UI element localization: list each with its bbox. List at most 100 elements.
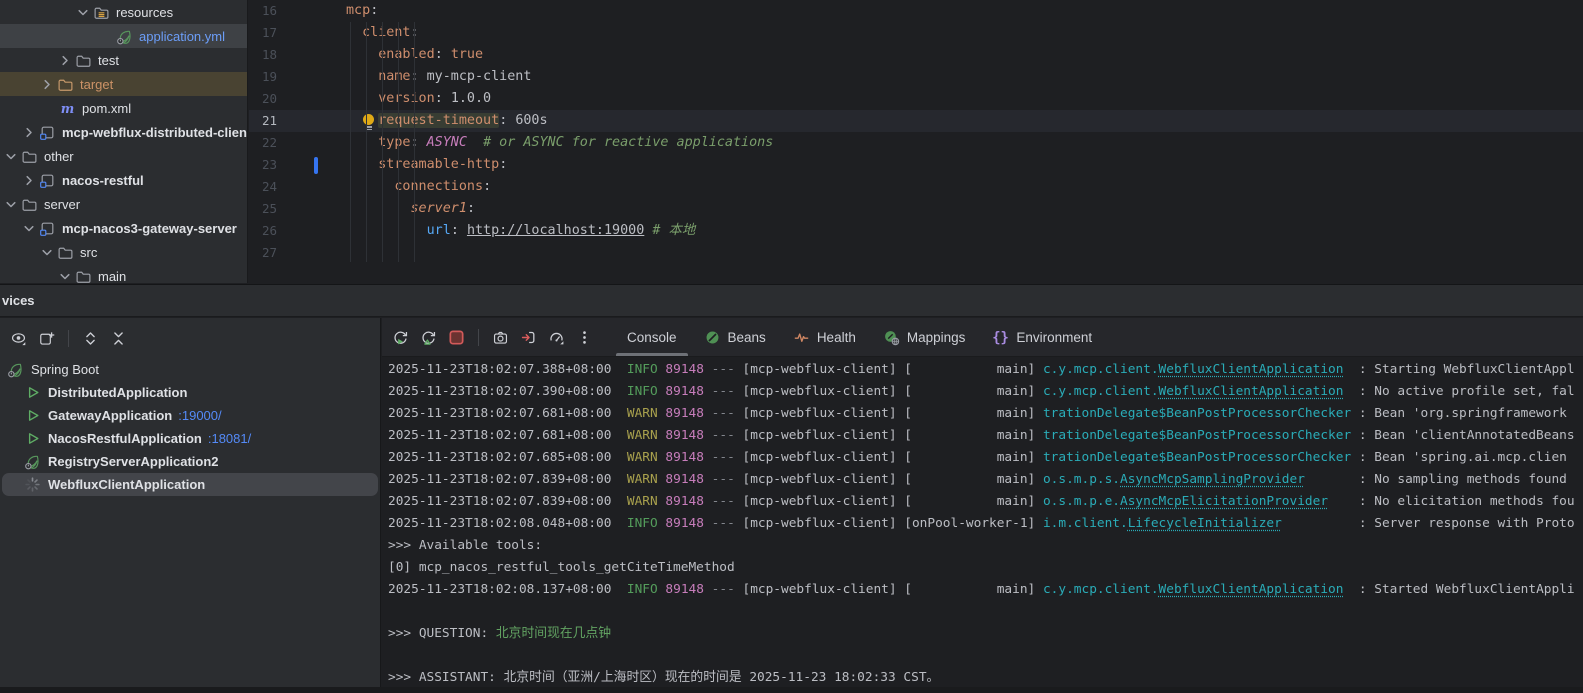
chevron-down-icon[interactable] — [3, 148, 19, 164]
add-tab-button[interactable] — [36, 328, 57, 349]
log-segment: [mcp-webflux-client] [ main] — [735, 406, 1043, 421]
tab-beans[interactable]: Beans — [704, 318, 766, 356]
chevron-down-icon[interactable] — [39, 244, 55, 260]
url-hyperlink[interactable]: http://localhost:19000 — [467, 223, 644, 238]
intention-bulb-icon[interactable] — [361, 113, 376, 130]
editor[interactable]: 16mcp:17 client:18 enabled: true19 name:… — [249, 0, 1583, 283]
tree-row[interactable]: mpom.xml — [0, 96, 247, 120]
line-number: 20 — [249, 88, 293, 110]
services-panel-title: vices — [2, 293, 35, 308]
console-log-line: [0] mcp_nacos_restful_tools_getCiteTimeM… — [388, 557, 1583, 579]
services-tool-window: Spring BootDistributedApplicationGateway… — [0, 318, 381, 687]
expand-all-button[interactable] — [80, 328, 101, 349]
run-icon — [24, 384, 41, 401]
tree-row[interactable]: target — [0, 72, 247, 96]
code-text: client: — [293, 22, 419, 44]
indent-guide — [414, 22, 415, 262]
log-segment — [611, 428, 626, 443]
eye-button[interactable] — [8, 328, 29, 349]
service-item[interactable]: Spring Boot — [2, 358, 378, 381]
editor-line: 17 client: — [249, 22, 1583, 44]
beans-icon — [704, 329, 721, 346]
chevron-down-icon[interactable] — [75, 4, 91, 20]
chevron-down-icon[interactable] — [3, 196, 19, 212]
tree-row[interactable]: nacos-restful — [0, 168, 247, 192]
log-segment: --- — [712, 582, 735, 597]
logger-class-link[interactable]: WebfluxClientApplication — [1159, 582, 1344, 597]
service-item[interactable]: DistributedApplication — [2, 381, 378, 404]
tree-row[interactable]: mcp-nacos3-gateway-server — [0, 216, 247, 240]
logger-class-link[interactable]: WebfluxClientApplication — [1159, 384, 1344, 399]
line-number: 27 — [249, 242, 293, 264]
tab-label: Console — [627, 330, 677, 345]
editor-line: 18 enabled: true — [249, 44, 1583, 66]
editor-line: 21 request-timeout: 600s — [249, 110, 1583, 132]
code-text: connections: — [293, 176, 491, 198]
kebab-button[interactable] — [574, 327, 595, 348]
tree-row[interactable]: application.yml — [0, 24, 247, 48]
tree-row[interactable]: other — [0, 144, 247, 168]
tab-environment[interactable]: {}Environment — [992, 318, 1092, 356]
chevron-right-icon[interactable] — [39, 76, 55, 92]
tab-mappings[interactable]: Mappings — [883, 318, 966, 356]
console-log-line — [388, 645, 1583, 667]
code-text: url: http://localhost:19000 # 本地 — [293, 220, 695, 242]
service-item[interactable]: WebfluxClientApplication — [2, 473, 378, 496]
chevron-right-icon[interactable] — [21, 172, 37, 188]
logger-class-link[interactable]: LifecycleInitializer — [1128, 516, 1282, 531]
camera-button[interactable] — [490, 327, 511, 348]
rerun-update-button[interactable] — [418, 327, 439, 348]
maven-icon: m — [59, 100, 76, 117]
stop-icon — [448, 329, 465, 346]
logger-class-link[interactable]: AsyncMcpElicitationProvider — [1120, 494, 1328, 509]
chevron-down-icon[interactable] — [21, 220, 37, 236]
console-output[interactable]: 2025-11-23T18:02:07.388+08:00 INFO 89148… — [382, 357, 1583, 687]
rerun-button[interactable] — [390, 327, 411, 348]
indent-guide — [398, 22, 399, 262]
tree-row[interactable]: main — [0, 264, 247, 283]
log-segment: 2025-11-23T18:02:07.390+08:00 — [388, 384, 611, 399]
tab-health[interactable]: Health — [793, 318, 856, 356]
service-port-link[interactable]: :19000/ — [178, 408, 221, 423]
editor-line: 20 version: 1.0.0 — [249, 88, 1583, 110]
tab-console[interactable]: Console — [627, 318, 677, 356]
tree-row-label: target — [80, 77, 113, 92]
log-segment: c.y.mcp.client. — [1043, 384, 1159, 399]
tree-row[interactable]: server — [0, 192, 247, 216]
code-text: server1: — [293, 198, 475, 220]
stop-button[interactable] — [446, 327, 467, 348]
log-segment: >>> ASSISTANT: 北京时间（亚洲/上海时区）现在的时间是 2025-… — [388, 670, 939, 685]
log-segment: 2025-11-23T18:02:07.681+08:00 — [388, 406, 611, 421]
editor-line: 25 server1: — [249, 198, 1583, 220]
logger-class-link[interactable]: AsyncMcpSamplingProvider — [1120, 472, 1305, 487]
tree-row-label: test — [98, 53, 119, 68]
tree-row[interactable]: test — [0, 48, 247, 72]
tree-row[interactable]: mcp-webflux-distributed-clien — [0, 120, 247, 144]
service-item[interactable]: RegistryServerApplication2 — [2, 450, 378, 473]
gauge-button[interactable] — [546, 327, 567, 348]
tab-label: Health — [817, 330, 856, 345]
tree-row-label: main — [98, 269, 126, 284]
folder-icon — [21, 196, 38, 213]
service-item[interactable]: GatewayApplication:19000/ — [2, 404, 378, 427]
svg-text:{}: {} — [993, 330, 1010, 346]
service-port-link[interactable]: :18081/ — [208, 431, 251, 446]
line-number: 22 — [249, 132, 293, 154]
code-text: mcp: — [293, 0, 378, 22]
tree-row[interactable]: resources — [0, 0, 247, 24]
vcs-change-marker[interactable] — [314, 157, 318, 174]
logger-class-link[interactable]: WebfluxClientApplication — [1159, 362, 1344, 377]
chevron-right-icon[interactable] — [21, 124, 37, 140]
log-segment: : No active profile set, fal — [1343, 384, 1574, 399]
code-text — [293, 242, 346, 264]
chevron-down-icon[interactable] — [57, 268, 73, 283]
console-log-line: 2025-11-23T18:02:07.681+08:00 WARN 89148… — [388, 403, 1583, 425]
log-segment: : Started WebfluxClientAppli — [1343, 582, 1574, 597]
console-log-line: >>> ASSISTANT: 北京时间（亚洲/上海时区）现在的时间是 2025-… — [388, 667, 1583, 687]
exit-button[interactable] — [518, 327, 539, 348]
service-item[interactable]: NacosRestfulApplication:18081/ — [2, 427, 378, 450]
chevron-right-icon[interactable] — [57, 52, 73, 68]
tree-row[interactable]: src — [0, 240, 247, 264]
services-panel-body: Spring BootDistributedApplicationGateway… — [0, 318, 1583, 687]
collapse-all-button[interactable] — [108, 328, 129, 349]
